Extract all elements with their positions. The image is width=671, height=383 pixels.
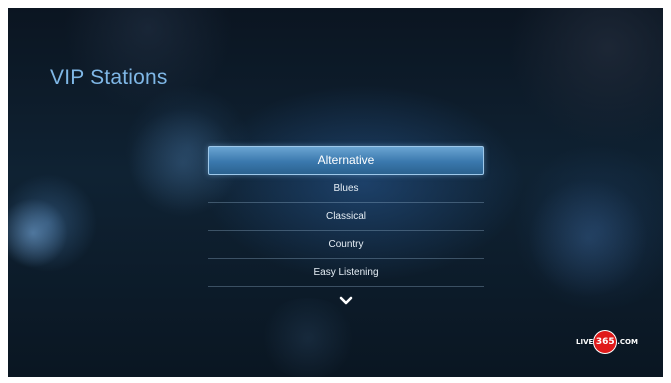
bokeh-light [258, 298, 358, 377]
logo-prefix: LIVE [576, 338, 594, 346]
station-item-alternative[interactable]: Alternative [208, 146, 484, 175]
chevron-down-icon[interactable] [339, 296, 353, 306]
tv-screen: VIP Stations Alternative Blues Classical… [8, 8, 663, 377]
station-item-easy-listening[interactable]: Easy Listening [208, 260, 484, 287]
bokeh-light [8, 198, 68, 268]
station-item-classical[interactable]: Classical [208, 204, 484, 231]
bokeh-light [528, 178, 648, 298]
station-item-blues[interactable]: Blues [208, 176, 484, 203]
logo-suffix: .COM [617, 338, 638, 346]
page-title: VIP Stations [50, 66, 168, 89]
station-list: Alternative Blues Classical Country Easy… [208, 146, 484, 288]
live365-logo: LIVE 365 .COM [576, 331, 638, 353]
station-item-country[interactable]: Country [208, 232, 484, 259]
logo-number: 365 [594, 331, 617, 353]
